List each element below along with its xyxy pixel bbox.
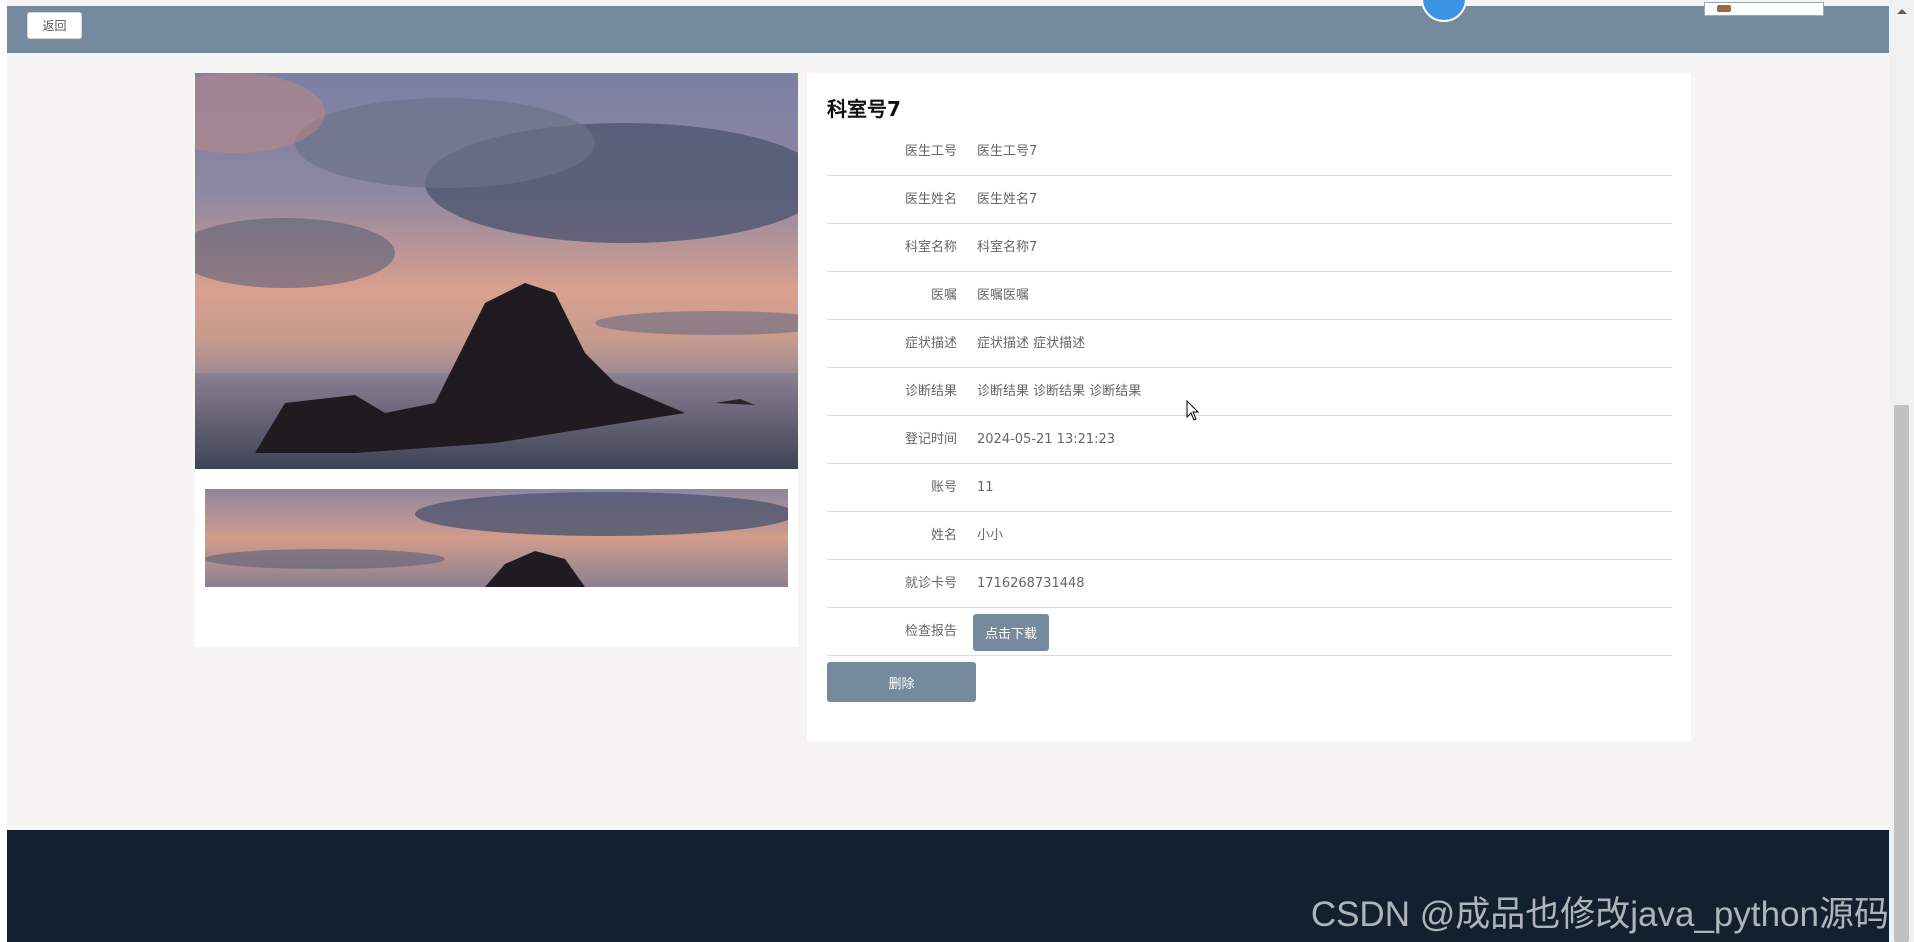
field-row-doctor-name: 医生姓名 医生姓名7: [827, 176, 1672, 224]
detail-panel: 科室号7 医生工号 医生工号7 医生姓名 医生姓名7 科室名称 科室名称7 医嘱…: [807, 73, 1691, 741]
field-row-department-name: 科室名称 科室名称7: [827, 224, 1672, 272]
field-label: 医生姓名: [904, 192, 957, 207]
page-title: 科室号7: [827, 97, 901, 121]
download-button[interactable]: 点击下载: [973, 614, 1049, 651]
top-thumbnail[interactable]: [1704, 2, 1824, 16]
field-value: 医生工号7: [977, 144, 1038, 159]
image-gallery: [195, 73, 798, 647]
field-label: 医生工号: [904, 144, 957, 159]
avatar[interactable]: [1421, 0, 1467, 22]
page: 返回 科室号7 医生工号 医生工号7 医生姓名 医生姓名7 科室名称 科室名称7…: [7, 0, 1889, 942]
main-image: [195, 73, 798, 469]
field-row-account: 账号 11: [827, 464, 1672, 512]
field-row-doctor-id: 医生工号 医生工号7: [827, 128, 1672, 176]
field-label: 症状描述: [904, 336, 957, 351]
field-value: 2024-05-21 13:21:23: [977, 432, 1116, 447]
field-value: 诊断结果 诊断结果 诊断结果: [977, 384, 1142, 399]
field-value: 1716268731448: [977, 576, 1085, 591]
field-value: 小小: [977, 528, 1004, 543]
delete-button[interactable]: 删除: [827, 662, 976, 702]
field-row-symptoms: 症状描述 症状描述 症状描述: [827, 320, 1672, 368]
back-button[interactable]: 返回: [27, 12, 82, 39]
field-value: 医生姓名7: [977, 192, 1038, 207]
thumbnail-icon: [1717, 5, 1731, 12]
field-value: 11: [977, 480, 994, 495]
field-row-report: 检查报告 点击下载: [827, 608, 1672, 656]
field-value: 医嘱医嘱: [977, 288, 1030, 303]
field-row-register-time: 登记时间 2024-05-21 13:21:23: [827, 416, 1672, 464]
field-label: 诊断结果: [904, 384, 957, 399]
field-row-diagnosis: 诊断结果 诊断结果 诊断结果 诊断结果: [827, 368, 1672, 416]
top-bar: 返回: [7, 0, 1889, 53]
field-row-name: 姓名 小小: [827, 512, 1672, 560]
field-label: 科室名称: [904, 240, 957, 255]
thumbnail-image[interactable]: [205, 489, 788, 587]
watermark: CSDN @成品也修改java_python源码: [1310, 895, 1889, 934]
field-label: 姓名: [930, 528, 957, 543]
field-label: 医嘱: [930, 288, 957, 303]
scrollbar[interactable]: [1889, 0, 1914, 942]
field-label: 账号: [930, 480, 957, 495]
field-label: 登记时间: [904, 432, 957, 447]
field-value: 科室名称7: [977, 240, 1038, 255]
scroll-thumb[interactable]: [1894, 405, 1909, 942]
field-row-card-number: 就诊卡号 1716268731448: [827, 560, 1672, 608]
field-row-medical-advice: 医嘱 医嘱医嘱: [827, 272, 1672, 320]
mouse-cursor-icon: [1186, 400, 1200, 421]
scroll-up-icon[interactable]: [1897, 9, 1907, 14]
field-label: 就诊卡号: [904, 576, 957, 591]
field-label: 检查报告: [904, 624, 957, 639]
field-value: 症状描述 症状描述: [977, 336, 1086, 351]
footer: CSDN @成品也修改java_python源码: [7, 830, 1889, 942]
